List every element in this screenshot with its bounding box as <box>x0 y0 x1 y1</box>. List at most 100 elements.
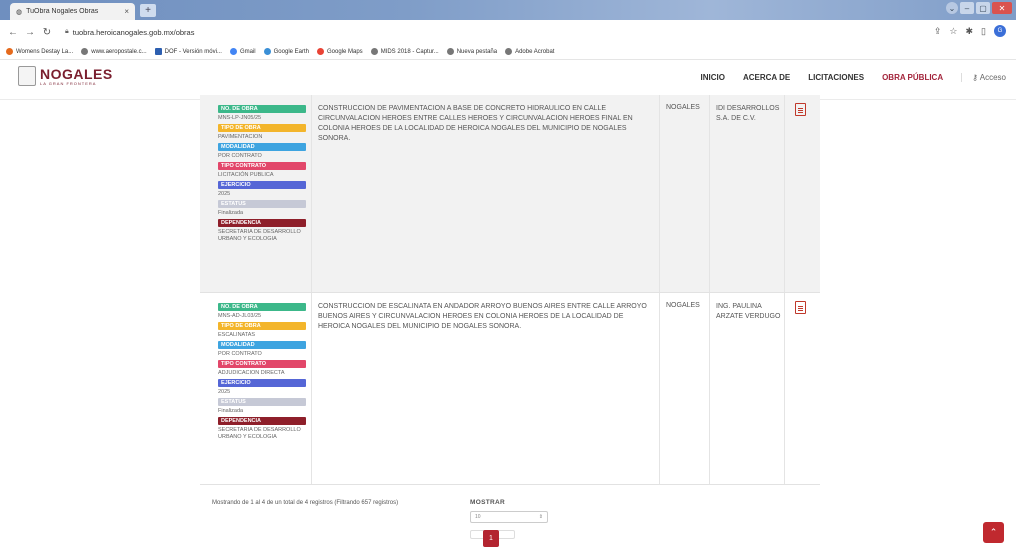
records-info: Mostrando de 1 al 4 de un total de 4 reg… <box>212 500 399 506</box>
globe-icon <box>446 48 454 55</box>
menu-inicio[interactable]: INICIO <box>701 73 725 82</box>
browser-tab-bar: ◍ TuObra Nogales Obras × + ⌄ – ▢ ✕ <box>0 0 1016 20</box>
pdf-document-icon[interactable] <box>795 301 806 314</box>
maximize-button[interactable]: ▢ <box>976 2 990 14</box>
logo-name: NOGALES <box>40 65 113 82</box>
star-icon[interactable]: ☆ <box>949 26 957 37</box>
bookmark-item[interactable]: Nueva pestaña <box>446 48 497 55</box>
value-dependencia: SECRETARIA DE DESARROLLO URBANO Y ECOLOG… <box>218 427 301 440</box>
new-tab-button[interactable]: + <box>140 4 156 17</box>
url-text: tuobra.heroicanogales.gob.mx/obras <box>72 27 195 37</box>
table-row: NO. DE OBRA MNS-AD-JL03/25 TIPO DE OBRA … <box>200 293 820 485</box>
label-ejercicio: EJERCICIO <box>218 181 306 189</box>
profile-avatar[interactable]: G <box>994 25 1006 37</box>
label-estatus: ESTATUS <box>218 200 306 208</box>
label-ejercicio: EJERCICIO <box>218 379 306 387</box>
pdf-document-icon[interactable] <box>795 103 806 116</box>
bookmark-item[interactable]: DOF - Versión móvi... <box>154 48 222 55</box>
earth-icon <box>263 48 271 55</box>
minimize-button[interactable]: – <box>960 2 974 14</box>
globe-icon: ◍ <box>16 8 23 16</box>
label-dependencia: DEPENDENCIA <box>218 219 306 227</box>
obras-table: NO. DE OBRA MNS-LP-JN05/25 TIPO DE OBRA … <box>200 95 820 485</box>
map-pin-icon <box>317 48 324 55</box>
updown-icon: ⇕ <box>538 514 543 520</box>
share-icon[interactable]: ⇪ <box>934 26 942 37</box>
value-ejercicio: 2025 <box>218 389 231 395</box>
bookmark-item[interactable]: Adobe Acrobat <box>505 48 554 55</box>
value-dependencia: SECRETARIA DE DESARROLLO URBANO Y ECOLOG… <box>218 229 301 242</box>
value-tipo-contrato: LICITACIÓN PUBLICA <box>218 172 274 178</box>
forward-icon[interactable]: → <box>23 27 37 38</box>
url-field[interactable]: 🔒︎ tuobra.heroicanogales.gob.mx/obras <box>65 28 194 37</box>
pdf-cell <box>785 95 820 292</box>
browser-actions: ⇪ ☆ ✱ ▯ G <box>934 25 1006 37</box>
address-bar: ← → ↻ 🔒︎ tuobra.heroicanogales.gob.mx/ob… <box>0 20 1016 44</box>
access-link[interactable]: ⚷ Acceso <box>961 73 1006 82</box>
bookmark-item[interactable]: www.aeropostale.c... <box>81 48 147 55</box>
menu-licitaciones[interactable]: LICITACIONES <box>808 73 864 82</box>
label-tipo-obra: TIPO DE OBRA <box>218 124 306 132</box>
globe-icon <box>505 48 513 55</box>
label-tipo-contrato: TIPO CONTRATO <box>218 360 306 368</box>
page-size-select[interactable]: 10 ⇕ <box>470 511 548 523</box>
bookmark-item[interactable]: Google Maps <box>317 48 363 55</box>
chevron-up-icon: ⌃ <box>989 527 998 537</box>
page-size-label: MOSTRAR <box>470 499 505 506</box>
bookmark-item[interactable]: Womens Destay La... <box>6 48 73 55</box>
value-tipo-obra: ESCALINATAS <box>218 332 256 338</box>
obra-description: CONSTRUCCION DE PAVIMENTACION A BASE DE … <box>312 95 660 292</box>
value-no-obra: MNS-AD-JL03/25 <box>218 313 262 319</box>
extensions-icon[interactable]: ✱ <box>966 26 974 37</box>
tab-title: TuObra Nogales Obras <box>26 8 99 15</box>
value-estatus: Finalizada <box>218 408 244 414</box>
browser-tab[interactable]: ◍ TuObra Nogales Obras × <box>10 3 135 20</box>
label-no-obra: NO. DE OBRA <box>218 303 306 311</box>
page-1-button[interactable]: 1 <box>483 530 499 547</box>
scroll-to-top-button[interactable]: ⌃ <box>983 522 1004 543</box>
page-size-value: 10 <box>475 514 481 520</box>
bookmark-item[interactable]: Google Earth <box>263 48 309 55</box>
value-estatus: Finalizada <box>218 210 244 216</box>
site-logo[interactable]: NOGALES LA GRAN FRONTERA <box>18 66 113 86</box>
label-tipo-obra: TIPO DE OBRA <box>218 322 306 330</box>
lock-icon: 🔒︎ <box>65 28 69 35</box>
obra-localidad: NOGALES <box>660 293 710 484</box>
close-window-button[interactable]: ✕ <box>992 2 1012 14</box>
obra-contratista: ING. PAULINA ARZATE VERDUGO <box>710 293 785 484</box>
reload-icon[interactable]: ↻ <box>40 27 54 38</box>
obra-details-cell: NO. DE OBRA MNS-AD-JL03/25 TIPO DE OBRA … <box>200 293 312 484</box>
key-icon: ⚷ <box>972 73 980 82</box>
value-tipo-contrato: ADJUDICACION DIRECTA <box>218 370 285 376</box>
globe-icon <box>81 48 89 55</box>
label-no-obra: NO. DE OBRA <box>218 105 306 113</box>
label-modalidad: MODALIDAD <box>218 341 306 349</box>
value-modalidad: POR CONTRATO <box>218 351 262 357</box>
tab-close-button[interactable]: × <box>124 7 129 16</box>
window-controls: ⌄ – ▢ ✕ <box>946 2 1012 14</box>
bookmark-icon <box>6 48 13 55</box>
main-menu: INICIO ACERCA DE LICITACIONES OBRA PÚBLI… <box>701 73 1006 82</box>
pdf-cell <box>785 293 820 484</box>
label-dependencia: DEPENDENCIA <box>218 417 306 425</box>
obra-localidad: NOGALES <box>660 95 710 292</box>
value-no-obra: MNS-LP-JN05/25 <box>218 115 262 121</box>
chevron-down-icon[interactable]: ⌄ <box>946 2 958 14</box>
menu-obra-publica[interactable]: OBRA PÚBLICA <box>882 73 943 82</box>
bookmarks-bar: Womens Destay La... www.aeropostale.c...… <box>0 44 1016 60</box>
dof-icon <box>154 48 162 55</box>
back-icon[interactable]: ← <box>6 27 20 38</box>
value-tipo-obra: PAVIMENTACION <box>218 134 263 140</box>
value-modalidad: POR CONTRATO <box>218 153 262 159</box>
menu-acerca[interactable]: ACERCA DE <box>743 73 790 82</box>
seal-icon <box>18 66 36 86</box>
sidebar-icon[interactable]: ▯ <box>981 26 986 37</box>
bookmark-item[interactable]: Gmail <box>229 48 256 55</box>
obra-description: CONSTRUCCION DE ESCALINATA EN ANDADOR AR… <box>312 293 660 484</box>
label-tipo-contrato: TIPO CONTRATO <box>218 162 306 170</box>
obra-details-cell: NO. DE OBRA MNS-LP-JN05/25 TIPO DE OBRA … <box>200 95 312 292</box>
bookmark-item[interactable]: MIDS 2018 - Captur... <box>370 48 439 55</box>
site-header: NOGALES LA GRAN FRONTERA INICIO ACERCA D… <box>0 60 1016 100</box>
table-row: NO. DE OBRA MNS-LP-JN05/25 TIPO DE OBRA … <box>200 95 820 293</box>
label-modalidad: MODALIDAD <box>218 143 306 151</box>
